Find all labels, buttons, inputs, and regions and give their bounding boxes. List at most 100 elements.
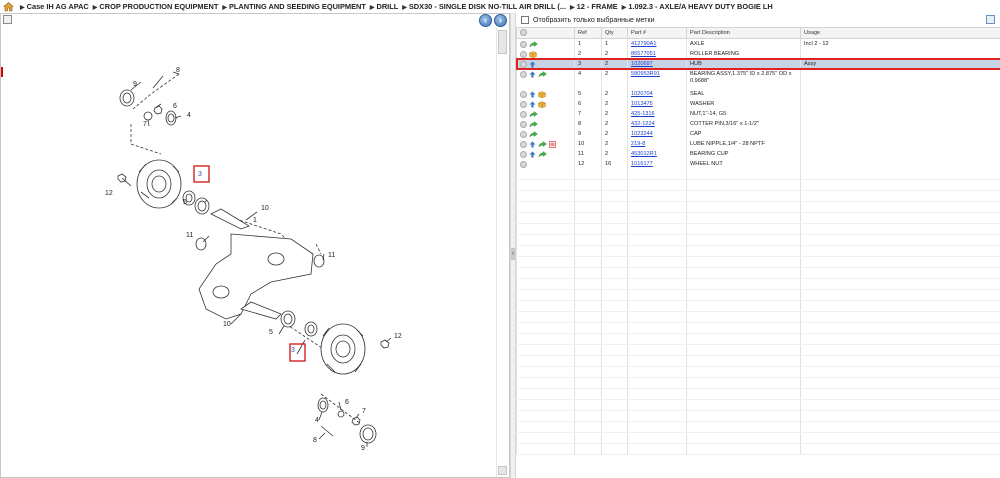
column-header-part-number[interactable]: Part # [627,27,687,39]
callout-label[interactable]: 3 [291,347,295,354]
select-row-icon[interactable] [520,41,527,48]
select-row-icon[interactable] [520,100,527,108]
breadcrumb-item[interactable]: DRILL [376,2,398,11]
callout-label[interactable]: 7 [362,408,366,415]
callout-label[interactable]: 5 [183,199,187,206]
callout-label[interactable]: 9 [133,81,137,88]
select-row-icon[interactable] [520,150,527,158]
usage-cell [800,128,1000,139]
home-icon[interactable] [3,1,14,12]
empty-cell [516,300,575,312]
empty-cell [686,443,801,455]
part-number-link[interactable]: 86577051 [631,51,656,57]
select-row-icon[interactable] [520,70,527,78]
empty-row [516,432,1000,444]
previous-page-button[interactable]: ‹ [479,14,492,27]
exploded-parts-diagram[interactable]: 896473125101111110531264789 [91,64,421,459]
callout-label[interactable]: 12 [394,333,402,340]
part-number-cell: 453012R1 [627,148,687,159]
table-row[interactable]: 4 2 580953R91 BEARING ASSY,1.375" ID x 2.87… [516,68,1000,89]
part-number-cell: 1020704 [627,88,687,99]
callout-label[interactable]: 8 [313,437,317,444]
empty-cell [574,421,602,433]
column-header-usage[interactable]: Usage [800,27,1000,39]
select-all-icon[interactable] [520,29,527,36]
zoom-icon[interactable] [3,15,12,24]
table-row[interactable]: 8 2 432-1224 COTTER PIN,3/16" x 1-1/2" [516,118,1000,129]
select-row-icon[interactable] [520,50,527,58]
table-row[interactable]: 1 1 412790A1 AXLE Incl 2 - 12 [516,38,1000,49]
part-number-link[interactable]: 425-1316 [631,111,655,117]
collapse-arrow-icon[interactable]: ‹ [511,248,515,260]
table-row[interactable]: 9 2 1023244 CAP [516,128,1000,139]
part-number-link[interactable]: 1023244 [631,131,653,137]
table-row[interactable]: 12 16 1016177 WHEEL NUT [516,158,1000,169]
select-row-icon[interactable] [520,60,527,68]
part-number-link[interactable]: 432-1224 [631,121,655,127]
callout-label[interactable]: 5 [269,329,273,336]
show-selected-only-checkbox[interactable] [521,16,529,24]
next-page-button[interactable]: › [494,14,507,27]
select-row-icon[interactable] [520,110,527,118]
callout-label[interactable]: 4 [187,112,191,119]
select-all-header[interactable] [516,27,575,39]
empty-cell [627,388,687,400]
table-row[interactable]: 6 2 1013475 WASHER [516,98,1000,109]
part-number-link[interactable]: 1013475 [631,101,653,107]
select-row-icon[interactable] [520,140,527,148]
parts-catalog-window: ▶ Case IH AG APAC ▶ CROP PRODUCTION EQUIPME… [0,0,1000,478]
callout-label[interactable]: 6 [345,399,349,406]
table-row[interactable]: 5 2 1020704 SEAL [516,88,1000,99]
part-number-link[interactable]: 412790A1 [631,41,657,47]
callout-label[interactable]: 11 [328,252,335,259]
callout-label[interactable]: 6 [173,103,177,110]
part-number-link[interactable]: 580953R91 [631,71,660,77]
empty-cell [686,355,801,367]
empty-cell [574,355,602,367]
part-number-link[interactable]: 1020704 [631,91,653,97]
breadcrumb-item[interactable]: PLANTING AND SEEDING EQUIPMENT [229,2,366,11]
scroll-down-button[interactable] [498,466,507,475]
callout-label[interactable]: 9 [361,445,365,452]
table-row[interactable]: 11 2 453012R1 BEARING CUP [516,148,1000,159]
breadcrumb-item[interactable]: Case IH AG APAC [27,2,89,11]
column-header-qty[interactable]: Qty [601,27,628,39]
callout-label[interactable]: 11 [186,232,193,239]
select-row-icon[interactable] [520,120,527,128]
callout-label[interactable]: 12 [105,190,113,197]
diagram-scrollbar[interactable] [496,28,509,477]
select-row-icon[interactable] [520,90,527,98]
package-icon [529,50,537,58]
scrollbar-thumb[interactable] [498,30,507,54]
callout-label[interactable]: 7 [143,121,147,128]
part-number-cell: 1013475 [627,98,687,109]
callout-label[interactable]: 3 [198,171,202,178]
callout-label[interactable]: 8 [176,67,180,74]
table-row[interactable]: 2 2 86577051 ROLLER BEARING [516,48,1000,59]
callout-label[interactable]: 4 [315,417,319,424]
table-row[interactable]: 10 2 219-8 LUBE NIPPLE,1/4" - 28 NPTF [516,138,1000,149]
column-header-ref[interactable]: Ref [574,27,602,39]
table-row[interactable]: 3 2 1020697 HUB Assy [515,57,1000,70]
select-row-icon[interactable] [520,160,527,168]
select-row-icon[interactable] [520,130,527,138]
part-number-link[interactable]: 1020697 [631,61,653,67]
row-icons [520,120,574,128]
filter-options-icon[interactable] [986,15,995,24]
callout-label[interactable]: 10 [261,205,269,212]
part-number-link[interactable]: 453012R1 [631,151,657,157]
callout-label[interactable]: 10 [223,321,231,328]
breadcrumb-item[interactable]: SDX30 - SINGLE DISK NO-TILL AIR DRILL (.… [409,2,566,11]
empty-cell [800,366,1000,378]
empty-cell [686,190,801,202]
breadcrumb-item[interactable]: CROP PRODUCTION EQUIPMENT [99,2,218,11]
table-row[interactable]: 7 2 425-1316 NUT,1"-14, G5 [516,108,1000,119]
description-cell: BEARING ASSY,1.375" ID x 2.875" OD x 0.9… [686,68,801,89]
part-number-link[interactable]: 1016177 [631,161,653,167]
qty-cell: 1 [601,38,628,49]
callout-label[interactable]: 1 [253,217,257,224]
column-header-description[interactable]: Part Description [686,27,801,39]
breadcrumb-item[interactable]: 1.092.3 - AXLE/A HEAVY DUTY BOGIE LH [628,2,772,11]
breadcrumb-item[interactable]: 12 - FRAME [577,2,618,11]
part-number-link[interactable]: 219-8 [631,141,645,147]
